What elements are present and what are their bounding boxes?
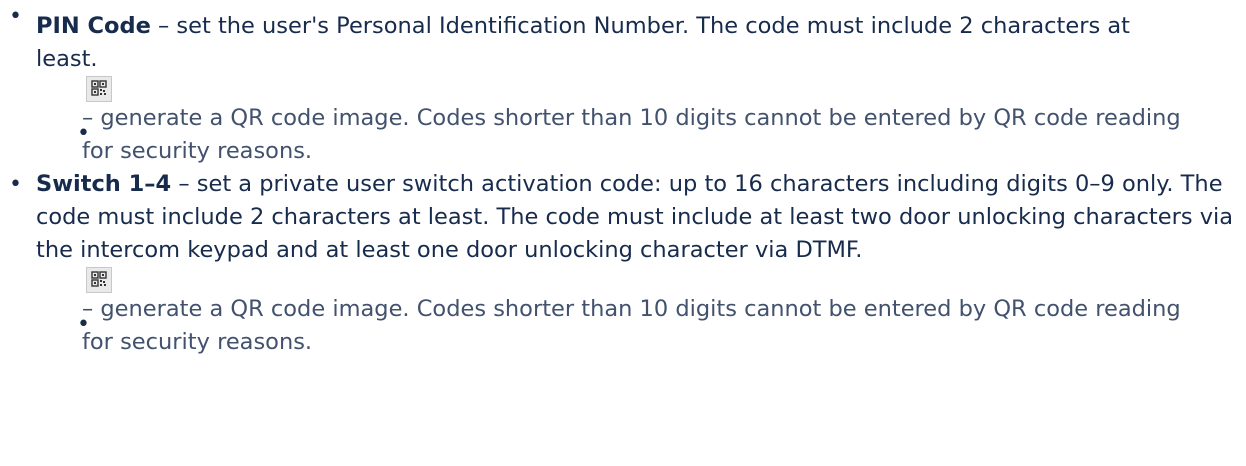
qr-code-glyph bbox=[91, 80, 107, 96]
documentation-content: • PIN Code – set the user's Personal Ide… bbox=[0, 0, 1246, 359]
qr-code-icon[interactable] bbox=[86, 267, 112, 293]
list-item-generate-qr: • – generate a QR code image. Codes shor… bbox=[0, 76, 1210, 168]
field-description-list: • PIN Code – set the user's Personal Ide… bbox=[0, 0, 1246, 359]
bullet: • bbox=[77, 121, 90, 146]
list-item-generate-qr: • – generate a QR code image. Codes shor… bbox=[0, 267, 1210, 359]
term-pin-code: PIN Code bbox=[36, 13, 151, 39]
qr-code-glyph bbox=[91, 271, 107, 287]
bullet: • bbox=[9, 4, 22, 29]
sub-list: • – generate a QR code image. Codes shor… bbox=[36, 76, 1181, 168]
bullet: • bbox=[77, 312, 90, 337]
qr-code-icon[interactable] bbox=[86, 76, 112, 102]
list-item-pin-code: • PIN Code – set the user's Personal Ide… bbox=[0, 0, 1181, 168]
bullet: • bbox=[9, 172, 22, 197]
term-switch: Switch 1–4 bbox=[36, 171, 172, 197]
sub-list: • – generate a QR code image. Codes shor… bbox=[36, 267, 1236, 359]
qr-description: – generate a QR code image. Codes shorte… bbox=[82, 296, 1181, 355]
list-item-switch: • Switch 1–4 – set a private user switch… bbox=[0, 168, 1236, 359]
description-pin-code: – set the user's Personal Identification… bbox=[36, 13, 1130, 72]
description-switch: – set a private user switch activation c… bbox=[36, 171, 1234, 263]
qr-description: – generate a QR code image. Codes shorte… bbox=[82, 105, 1181, 164]
